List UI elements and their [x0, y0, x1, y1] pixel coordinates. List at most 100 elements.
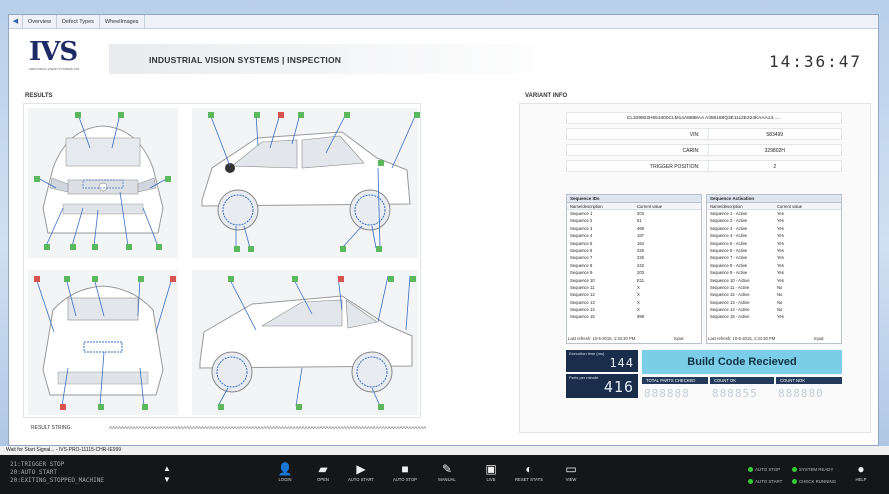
pin-ok[interactable]	[218, 404, 224, 410]
logo-mark: IVS	[29, 37, 78, 67]
pin-ok[interactable]	[292, 276, 298, 282]
table-row: Sequence 11 X	[567, 284, 701, 291]
tab-defect-types[interactable]: Defect Types	[57, 14, 100, 29]
table-row: Sequence 12 - Active No	[707, 291, 841, 298]
pin-ok[interactable]	[378, 404, 384, 410]
col-header: Name/description	[710, 204, 743, 209]
pin-fail[interactable]	[278, 112, 284, 118]
pin-ok[interactable]	[208, 112, 214, 118]
page-title: INDUSTRIAL VISION SYSTEMS | INSPECTION	[149, 55, 342, 65]
results-panel	[23, 103, 421, 418]
pin-ok[interactable]	[376, 246, 382, 252]
pin-ok[interactable]	[414, 112, 420, 118]
manual-button[interactable]: ✎ MANUAL	[428, 461, 466, 482]
log-line: 21:TRIGGER STOP	[10, 461, 65, 468]
pin-ok[interactable]	[142, 404, 148, 410]
table-cell: Sequence 4 - Active	[710, 233, 748, 239]
pin-ok[interactable]	[165, 176, 171, 182]
live-button[interactable]: ▣ LIVE	[472, 461, 510, 482]
table-row: Sequence 5 164	[567, 240, 701, 247]
table-cell: 999	[637, 314, 644, 320]
help-icon: ●	[857, 462, 865, 476]
pin-ok[interactable]	[34, 176, 40, 182]
table-cell: Yes	[777, 247, 784, 253]
col-header: Name/description	[570, 204, 603, 209]
table-cell: Sequence 1 - Active	[710, 211, 748, 216]
auto-start-button[interactable]: ▶ AUTO START	[342, 461, 380, 482]
help-button[interactable]: ● HELP	[846, 461, 876, 482]
led-auto-start: AUTO START	[748, 479, 782, 485]
table-cell: Sequence 6 - Active	[710, 247, 748, 253]
tab-overview[interactable]: Overview	[23, 14, 57, 29]
table-cell: 425	[637, 247, 644, 253]
tab-wheel-images[interactable]: WheelImages	[100, 14, 145, 29]
table-row: Sequence 14 - Active No	[707, 306, 841, 313]
auto-stop-button[interactable]: ■ AUTO STOP	[386, 461, 424, 482]
table-cell: Yes	[777, 225, 784, 231]
back-icon[interactable]: ◀	[9, 14, 23, 29]
table-cell: Yes	[777, 218, 784, 224]
pin-fail[interactable]	[34, 276, 40, 282]
scroll-down-icon[interactable]: ▼	[163, 474, 171, 485]
clock: 14:36:47	[768, 52, 862, 71]
pin-ok[interactable]	[118, 112, 124, 118]
pin-ok[interactable]	[92, 244, 98, 250]
input-label-ids: Input:	[674, 336, 685, 341]
table-row: Sequence 10 E11	[567, 277, 701, 284]
open-button[interactable]: ▰ OPEN	[304, 461, 342, 482]
pin-ok[interactable]	[98, 404, 104, 410]
count-ok-label: COUNT OK	[710, 377, 774, 384]
pin-ok[interactable]	[126, 244, 132, 250]
pin-fail[interactable]	[170, 276, 176, 282]
pin-ok[interactable]	[44, 244, 50, 250]
scroll-up-icon[interactable]: ▲	[163, 463, 171, 474]
table-row: Sequence 9 203	[567, 269, 701, 276]
pin-ok[interactable]	[234, 246, 240, 252]
pin-ok[interactable]	[64, 276, 70, 282]
col-header: Current value	[637, 204, 663, 209]
pin-ok[interactable]	[92, 276, 98, 282]
pin-ok[interactable]	[70, 244, 76, 250]
pin-ok[interactable]	[378, 160, 384, 166]
table-row: Sequence 5 - Active Yes	[707, 240, 841, 247]
pin-ok[interactable]	[138, 276, 144, 282]
table-cell: Sequence 15 - Active	[710, 314, 750, 320]
table-cell: Sequence 7	[570, 255, 593, 261]
pin-ok[interactable]	[388, 276, 394, 282]
table-cell: Yes	[777, 262, 784, 268]
table-title: Sequence Activation	[707, 195, 841, 203]
table-cell: Yes	[777, 233, 784, 239]
pin-ok[interactable]	[340, 246, 346, 252]
pin-fail[interactable]	[60, 404, 66, 410]
table-cell: Sequence 9	[570, 270, 593, 276]
car-side-view-1	[192, 108, 418, 258]
pin-ok[interactable]	[248, 246, 254, 252]
table-row: Sequence 13 X	[567, 299, 701, 306]
car-rear-view	[28, 270, 178, 415]
table-cell: Sequence 4	[570, 233, 593, 239]
pin-ok[interactable]	[298, 112, 304, 118]
pin-ok[interactable]	[75, 112, 81, 118]
pin-ok[interactable]	[156, 244, 162, 250]
login-button[interactable]: 👤 LOGIN	[266, 461, 304, 482]
pin-ok[interactable]	[254, 112, 260, 118]
table-row: Sequence 9 - Active Yes	[707, 269, 841, 276]
table-cell: E11	[637, 277, 645, 283]
pin-ok[interactable]	[296, 404, 302, 410]
pin-ok[interactable]	[410, 276, 416, 282]
count-nok-value: 888880	[778, 387, 824, 400]
reset-stats-button[interactable]: ◐ RESET STATS	[510, 461, 548, 482]
count-ok-value: 888855	[712, 387, 758, 400]
last-refresh-ids: Last refresh: 10-5-2015, 1:34:30 PM	[568, 336, 636, 341]
table-row: Sequence 8 242	[567, 262, 701, 269]
table-cell: 468	[637, 225, 644, 231]
view-button[interactable]: ▭ VIEW	[552, 461, 590, 482]
table-cell: No	[777, 284, 783, 290]
pin-ok[interactable]	[228, 276, 234, 282]
pin-fail[interactable]	[338, 276, 344, 282]
log-scroll[interactable]: ▲ ▼	[163, 463, 171, 485]
pin-ok[interactable]	[344, 112, 350, 118]
table-cell: 242	[637, 262, 644, 268]
play-icon: ▶	[356, 462, 366, 476]
result-string-value: AAAAAAAAAAAAAAAAAAAAAAAAAAAAAAAAAAAAAAAA…	[109, 425, 427, 430]
